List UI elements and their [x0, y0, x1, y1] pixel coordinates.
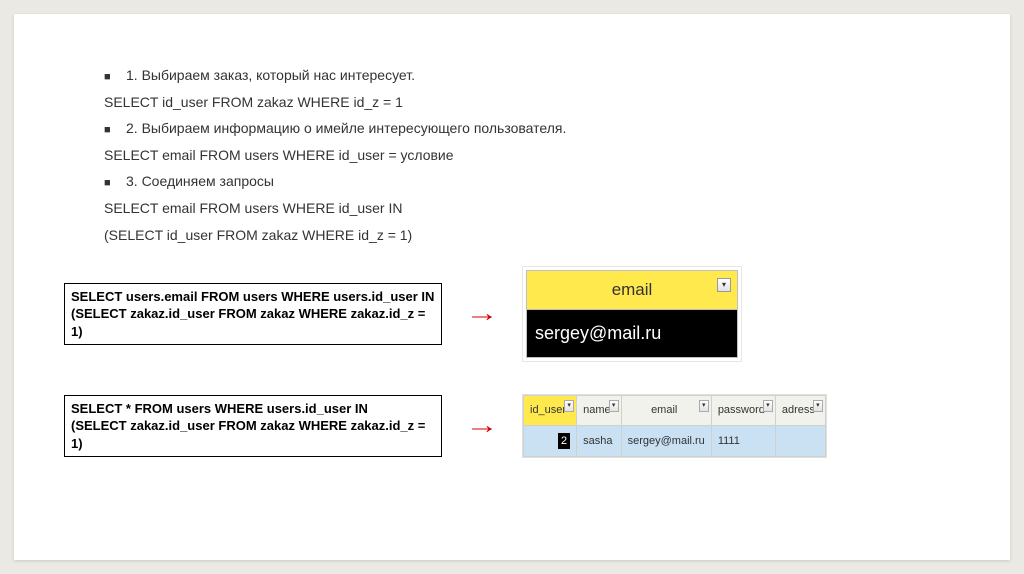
cell-id_user: 2: [524, 425, 577, 457]
email-header-label: email: [612, 280, 653, 299]
dropdown-icon[interactable]: ▾: [717, 278, 731, 292]
result-email-header: email ▾: [526, 270, 738, 310]
query1-line1: SELECT users.email FROM users WHERE user…: [71, 288, 435, 306]
result-users-table: id_user▾ name▾ email▾ password▾ adress▾ …: [522, 394, 827, 459]
result-email-table: email ▾ sergey@mail.ru: [526, 270, 738, 357]
slide: ■ 1. Выбираем заказ, который нас интерес…: [14, 14, 1010, 560]
col-name[interactable]: name▾: [577, 395, 622, 425]
cell-password: 1111: [711, 425, 775, 457]
code-line-2: SELECT email FROM users WHERE id_user = …: [104, 142, 986, 169]
code-line-4: (SELECT id_user FROM zakaz WHERE id_z = …: [104, 222, 986, 249]
bullet-line-2: ■ 2. Выбираем информацию о имейле интере…: [104, 115, 986, 142]
cell-email: sergey@mail.ru: [621, 425, 711, 457]
col-adress[interactable]: adress▾: [775, 395, 825, 425]
bullet-icon: ■: [104, 173, 112, 194]
cell-name: sasha: [577, 425, 622, 457]
bullet-text-1: 1. Выбираем заказ, который нас интересуе…: [126, 62, 415, 89]
col-email[interactable]: email▾: [621, 395, 711, 425]
table-header-row: id_user▾ name▾ email▾ password▾ adress▾: [524, 395, 826, 425]
bullet-line-1: ■ 1. Выбираем заказ, который нас интерес…: [104, 62, 986, 89]
dropdown-icon[interactable]: ▾: [699, 400, 709, 412]
bullet-text-2: 2. Выбираем информацию о имейле интересу…: [126, 115, 566, 142]
result-email-wrap: email ▾ sergey@mail.ru: [522, 266, 742, 361]
example-row-1: SELECT users.email FROM users WHERE user…: [64, 266, 986, 361]
arrow-icon: →: [465, 291, 499, 337]
bullet-icon: ■: [104, 67, 112, 88]
dropdown-icon[interactable]: ▾: [609, 400, 619, 412]
bullet-icon: ■: [104, 120, 112, 141]
arrow-icon: →: [465, 403, 499, 449]
bullet-text-3: 3. Соединяем запросы: [126, 168, 274, 195]
query2-line1: SELECT * FROM users WHERE users.id_user …: [71, 400, 435, 418]
slide-content: ■ 1. Выбираем заказ, который нас интерес…: [14, 14, 1010, 458]
col-id_user[interactable]: id_user▾: [524, 395, 577, 425]
col-password[interactable]: password▾: [711, 395, 775, 425]
query-box-2: SELECT * FROM users WHERE users.id_user …: [64, 395, 442, 458]
code-line-3: SELECT email FROM users WHERE id_user IN: [104, 195, 986, 222]
dropdown-icon[interactable]: ▾: [564, 400, 574, 412]
code-line-1: SELECT id_user FROM zakaz WHERE id_z = 1: [104, 89, 986, 116]
query1-line2: (SELECT zakaz.id_user FROM zakaz WHERE z…: [71, 305, 435, 340]
query-box-1: SELECT users.email FROM users WHERE user…: [64, 283, 442, 346]
cell-adress: [775, 425, 825, 457]
bullet-line-3: ■ 3. Соединяем запросы: [104, 168, 986, 195]
dropdown-icon[interactable]: ▾: [763, 400, 773, 412]
dropdown-icon[interactable]: ▾: [813, 400, 823, 412]
example-row-2: SELECT * FROM users WHERE users.id_user …: [64, 394, 986, 459]
result-email-value: sergey@mail.ru: [526, 310, 738, 357]
table-row: 2 sasha sergey@mail.ru 1111: [524, 425, 826, 457]
query2-line2: (SELECT zakaz.id_user FROM zakaz WHERE z…: [71, 417, 435, 452]
